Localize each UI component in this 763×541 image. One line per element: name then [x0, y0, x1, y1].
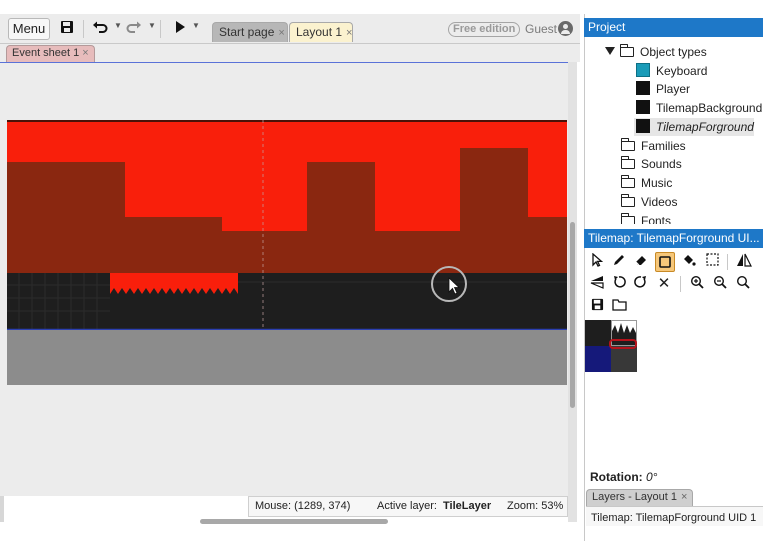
- tileset-tile-black[interactable]: [585, 320, 611, 346]
- selection-icon[interactable]: [703, 253, 721, 271]
- zoom-out-icon[interactable]: [688, 275, 706, 293]
- close-icon[interactable]: ✕: [655, 275, 673, 293]
- folder-icon: [619, 44, 634, 57]
- save-icon[interactable]: [588, 298, 606, 316]
- folder-icon: [620, 194, 635, 207]
- tab-layout-1[interactable]: Layout 1 ×: [289, 22, 353, 42]
- tree-item-label: Keyboard: [656, 64, 708, 78]
- keyboard-icon: [636, 63, 650, 77]
- tab-label: Start page: [219, 25, 275, 39]
- editor-window: Menu ▼ ▼ ▼ Start page × Layout 1 × Free ed…: [0, 0, 763, 541]
- tab-label: Event sheet 1: [12, 47, 80, 59]
- rotation-label: Rotation:: [590, 470, 643, 484]
- tab-start-page[interactable]: Start page ×: [212, 22, 288, 42]
- rotate-left-icon[interactable]: [610, 275, 628, 293]
- active-layer-value: TileLayer: [443, 500, 492, 512]
- mouse-position: Mouse: (1289, 374): [255, 500, 351, 512]
- player-icon: [636, 81, 650, 95]
- tree-item-label: Families: [641, 139, 686, 153]
- edition-badge[interactable]: Free edition: [448, 22, 521, 37]
- wall-right: [222, 148, 567, 273]
- tree-item-label: Fonts: [641, 214, 672, 224]
- undo-icon[interactable]: [90, 19, 110, 39]
- flip-vertical-icon[interactable]: [588, 275, 606, 293]
- folder-icon: [620, 138, 635, 151]
- tab-event-sheet-1[interactable]: Event sheet 1 ×: [6, 45, 95, 62]
- play-icon[interactable]: [170, 19, 190, 39]
- tree-item-tilemap-background[interactable]: TilemapBackground: [636, 99, 762, 117]
- tree-item-label: Player: [656, 82, 691, 96]
- tilemap-icon: [636, 100, 650, 114]
- tilemap-icon: [636, 119, 650, 133]
- tab-layers[interactable]: Layers - Layout 1 ×: [586, 489, 694, 506]
- tree-item-videos[interactable]: Videos: [620, 193, 678, 211]
- tab-label: Layout 1: [296, 25, 343, 39]
- tree-item-label: Object types: [640, 45, 707, 59]
- tree-item-fonts[interactable]: Fonts: [621, 212, 671, 224]
- tab-label: Layers - Layout 1: [592, 491, 677, 503]
- tree-item-music[interactable]: Music: [620, 174, 673, 192]
- project-panel-title: Project: [584, 18, 763, 37]
- tree-item-object-types[interactable]: Object types: [605, 43, 707, 61]
- secondary-tab-bar: Event sheet 1 ×: [0, 44, 580, 62]
- tree-item-player[interactable]: Player: [636, 80, 690, 98]
- tool-separator: [727, 254, 728, 270]
- redo-icon[interactable]: [124, 19, 144, 39]
- zoom-level: Zoom: 53%: [507, 500, 564, 512]
- rotate-right-icon[interactable]: [632, 275, 650, 293]
- tree-item-sounds[interactable]: Sounds: [620, 155, 682, 173]
- zoom-in-icon[interactable]: [711, 275, 729, 293]
- tree-item-keyboard[interactable]: Keyboard: [636, 62, 707, 80]
- menu-button[interactable]: Menu: [8, 18, 50, 40]
- rotation-indicator: Rotation: 0°: [590, 470, 657, 484]
- save-icon[interactable]: [57, 19, 77, 39]
- pointer-icon[interactable]: [588, 252, 606, 271]
- eraser-icon[interactable]: [632, 253, 650, 271]
- pencil-icon[interactable]: [610, 253, 628, 271]
- layers-info-text: Tilemap: TilemapForground UID 1: [586, 506, 763, 526]
- folder-icon: [621, 213, 635, 224]
- user-icon[interactable]: [558, 21, 573, 36]
- vertical-scrollbar-thumb[interactable]: [570, 222, 575, 408]
- rectangle-icon[interactable]: [655, 252, 675, 272]
- tree-item-label: Music: [641, 176, 673, 190]
- tree-item-tilemap-forground[interactable]: TilemapForground: [634, 118, 754, 136]
- redo-dropdown-icon[interactable]: ▼: [148, 21, 156, 30]
- user-label[interactable]: Guest: [525, 22, 557, 36]
- wall-left: [7, 162, 222, 273]
- close-icon[interactable]: ×: [82, 47, 88, 59]
- tree-item-label: TilemapForground: [656, 120, 754, 134]
- floor-area: [7, 330, 567, 385]
- folder-icon: [620, 175, 635, 188]
- folder-icon[interactable]: [610, 298, 628, 316]
- undo-dropdown-icon[interactable]: ▼: [114, 21, 122, 30]
- layout-canvas[interactable]: [7, 120, 567, 385]
- horizontal-scrollbar-thumb[interactable]: [200, 519, 388, 524]
- tree-item-label: TilemapBackground: [656, 101, 763, 115]
- tool-separator: [680, 276, 681, 292]
- flip-horizontal-icon[interactable]: [735, 253, 753, 271]
- expand-arrow-icon[interactable]: [605, 47, 615, 55]
- main-toolbar: Menu ▼ ▼ ▼ Start page × Layout 1 × Free ed…: [0, 14, 580, 44]
- folder-icon: [620, 156, 635, 169]
- tree-item-label: Sounds: [641, 157, 682, 171]
- toolbar-separator: [160, 20, 161, 38]
- tilemap-panel-title: Tilemap: TilemapForground UI...: [584, 229, 763, 248]
- tree-item-label: Videos: [641, 195, 678, 209]
- tileset-tile-grey[interactable]: [611, 346, 637, 372]
- active-layer-label: Active layer:: [377, 500, 437, 512]
- close-icon[interactable]: ×: [278, 27, 284, 39]
- zoom-reset-icon[interactable]: [734, 275, 752, 293]
- canvas-top-edge: [7, 120, 567, 122]
- fill-icon[interactable]: [680, 253, 698, 271]
- play-dropdown-icon[interactable]: ▼: [192, 21, 200, 30]
- close-icon[interactable]: ×: [681, 491, 687, 503]
- tile-selection-highlight: [609, 339, 637, 349]
- tree-item-families[interactable]: Families: [620, 137, 686, 155]
- rotation-value: 0°: [646, 470, 658, 484]
- tileset-tile-blue[interactable]: [585, 346, 611, 372]
- status-bar: Mouse: (1289, 374) Active layer: TileLay…: [248, 496, 568, 517]
- close-icon[interactable]: ×: [346, 27, 352, 39]
- toolbar-separator: [83, 20, 84, 38]
